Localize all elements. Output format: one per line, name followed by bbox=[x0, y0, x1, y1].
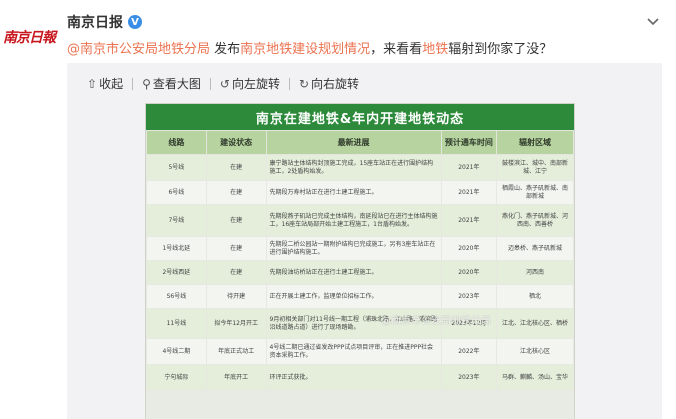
table-cell: 迈皋桥、燕子矶新城 bbox=[496, 236, 574, 261]
table-cell: 4号线二期已通过省发改PPP试点项目评审，正在推进PPP社会资本采购工作。 bbox=[265, 338, 442, 365]
post-text-segment: 辐射到你家了没？ bbox=[448, 42, 553, 57]
table-row: 宁句城际 年底开工 环评正式获批。 2023年 马群、麒麟、汤山、宝华 bbox=[146, 364, 574, 391]
table-cell: 先期段万寿村站正在进行土建工程施工。 bbox=[265, 180, 442, 205]
table-cell: 5号线 bbox=[146, 154, 207, 181]
table-cell: 河西南 bbox=[496, 260, 574, 285]
table-cell: 在建 bbox=[205, 260, 267, 285]
table-cell: 拟今年12月开工 bbox=[205, 308, 267, 339]
table-cell: 在建 bbox=[205, 204, 267, 237]
collapse-button[interactable]: ⇧ 收起 bbox=[87, 75, 123, 92]
table-row: 1号线北延 在建 先期段二桥公园站一期附护结构已完成施工，另有3座车站正在进行围护结… bbox=[146, 236, 574, 261]
view-large-label: 查看大图 bbox=[152, 77, 201, 91]
table-cell: 6号线 bbox=[146, 180, 207, 205]
table-title: 南京在建地铁&年内开建地铁动态 bbox=[146, 104, 574, 130]
column-header: 线路 bbox=[146, 130, 207, 155]
column-header: 辐射区域 bbox=[496, 130, 574, 155]
rotate-left-button[interactable]: ↺ 向左旋转 bbox=[220, 75, 280, 92]
column-header: 最新进展 bbox=[265, 130, 442, 155]
table-row: S6号线 待开建 正在开展土建工作，监理单位招标工作。 2023年 栖北 bbox=[146, 284, 574, 309]
table-cell: 栖北 bbox=[496, 284, 574, 309]
table-cell: 2023年 bbox=[440, 364, 498, 391]
table-cell: 在建 bbox=[205, 180, 267, 205]
mention-link[interactable]: @南京市公安局地铁分局 bbox=[67, 42, 210, 57]
avatar[interactable]: 南京日報 bbox=[3, 12, 56, 62]
column-header: 建设状态 bbox=[205, 130, 267, 155]
table-cell: 正在开展土建工作，监理单位招标工作。 bbox=[265, 284, 442, 309]
toolbar-divider bbox=[209, 77, 211, 90]
table-cell: 先期段燕子矶站已完成主体结构，南延段站已在进行主体结构施工，16座车站局部开始土… bbox=[265, 204, 442, 237]
image-watermark: @南京市公安局地铁分局 bbox=[381, 316, 491, 327]
table-row: 6号线 在建 先期段万寿村站正在进行土建工程施工。 2021年 栖霞山、燕子矶新城、南部… bbox=[146, 180, 574, 205]
rotate-right-label: 向右旋转 bbox=[311, 77, 360, 91]
keyword-link[interactable]: 地铁 bbox=[422, 42, 448, 57]
image-toolbar: ⇧ 收起 ⚲ 查看大图 ↺ 向左旋转 ↻ 向右旋转 bbox=[87, 75, 359, 92]
column-header: 预计通车时间 bbox=[440, 130, 498, 155]
post-text-segment: 发布 bbox=[210, 42, 241, 57]
rotate-right-button[interactable]: ↻ 向右旋转 bbox=[299, 75, 359, 92]
rotate-right-icon: ↻ bbox=[298, 76, 310, 91]
table-cell: 在建 bbox=[205, 236, 267, 261]
author-row: 南京日报 V bbox=[67, 12, 142, 32]
rotate-left-icon: ↺ bbox=[219, 76, 230, 91]
table-cell: 江北核心区 bbox=[496, 338, 574, 365]
table-row: 11号线 拟今年12月开工 9月初相关部门对11号线一期工程（浦珠北路、江山路、浦滨… bbox=[146, 308, 574, 339]
table-cell: 待开建 bbox=[205, 284, 267, 309]
table-cell: 2020年 bbox=[440, 260, 498, 285]
chevron-down-icon[interactable] bbox=[646, 14, 660, 28]
verified-badge-icon: V bbox=[128, 15, 142, 29]
table-cell: 4号线二期 bbox=[146, 338, 207, 365]
table-cell: 鼓楼滨江、城中、南部新城、江宁 bbox=[496, 154, 574, 181]
table-cell: 先期段二桥公园站一期附护结构已完成施工，另有3座车站正在进行围护结构施工。 bbox=[265, 236, 442, 261]
table-cell: 11号线 bbox=[146, 308, 207, 339]
table-cell: 2021年 bbox=[440, 204, 498, 237]
table-cell: 年底正式动工 bbox=[205, 338, 267, 365]
table-row: 5号线 在建 康宁路站主体结构封顶施工完成，15座车站正在进行围护结构施工，2处盾构… bbox=[146, 154, 574, 181]
rotate-left-label: 向左旋转 bbox=[231, 77, 280, 91]
table-cell: S6号线 bbox=[146, 284, 207, 309]
table-cell: 2023年 bbox=[440, 284, 498, 309]
table-cell: 7号线 bbox=[146, 204, 207, 237]
table-cell: 年底开工 bbox=[205, 364, 267, 391]
avatar-logo-text: 南京日報 bbox=[3, 30, 56, 46]
table-cell: 2020年 bbox=[440, 236, 498, 261]
topic-link[interactable]: 南京地铁建设规划情况 bbox=[240, 42, 370, 57]
table-cell: 燕化门、燕子矶新城、河西南、西善桥 bbox=[496, 204, 574, 237]
metro-table: 线路 建设状态 最新进展 预计通车时间 辐射区域 5号线 在建 康宁路站主体结构封顶… bbox=[146, 130, 574, 391]
table-row: 2号线西延 在建 先期段油坊桥站正在进行土建工程施工。 2020年 河西南 bbox=[146, 260, 574, 285]
toolbar-divider bbox=[288, 77, 290, 90]
table-cell: 1号线北延 bbox=[146, 236, 207, 261]
table-cell: 在建 bbox=[205, 154, 267, 181]
magnifier-icon: ⚲ bbox=[142, 76, 151, 91]
table-cell: 2021年 bbox=[440, 154, 498, 181]
table-cell: 2021年 bbox=[440, 180, 498, 205]
toolbar-divider bbox=[132, 77, 134, 90]
table-cell: 2号线西延 bbox=[146, 260, 207, 285]
table-row: 7号线 在建 先期段燕子矶站已完成主体结构，南延段站已在进行主体结构施工，16座车站… bbox=[146, 204, 574, 237]
table-cell: 康宁路站主体结构封顶施工完成，15座车站正在进行围护结构施工，2处盾构始发。 bbox=[265, 154, 442, 181]
metro-table-image[interactable]: 南京在建地铁&年内开建地铁动态 线路 建设状态 最新进展 预计通车时间 辐射区域… bbox=[145, 103, 575, 419]
author-name[interactable]: 南京日报 bbox=[67, 12, 123, 32]
media-card: ⇧ 收起 ⚲ 查看大图 ↺ 向左旋转 ↻ 向右旋转 南京在建地铁&年内开建地铁动… bbox=[67, 63, 662, 419]
table-cell: 栖霞山、燕子矶新城、南部新城 bbox=[496, 180, 574, 205]
table-cell: 环评正式获批。 bbox=[265, 364, 442, 391]
table-cell: 先期段油坊桥站正在进行土建工程施工。 bbox=[265, 260, 442, 285]
table-cell: 宁句城际 bbox=[146, 364, 207, 391]
table-cell: 马群、麒麟、汤山、宝华 bbox=[496, 364, 574, 391]
table-cell: 2022年 bbox=[440, 338, 498, 365]
post-text-segment: ，来看看 bbox=[370, 42, 423, 57]
table-cell: 江北、江北核心区、栖桥 bbox=[496, 308, 574, 339]
view-large-button[interactable]: ⚲ 查看大图 bbox=[142, 75, 201, 92]
collapse-up-arrow-icon: ⇧ bbox=[87, 76, 98, 91]
table-row: 4号线二期 年底正式动工 4号线二期已通过省发改PPP试点项目评审，正在推进PPP社… bbox=[146, 338, 574, 365]
post-text: @南京市公安局地铁分局 发布南京地铁建设规划情况，来看看地铁辐射到你家了没？ bbox=[67, 38, 552, 57]
collapse-label: 收起 bbox=[99, 77, 124, 91]
